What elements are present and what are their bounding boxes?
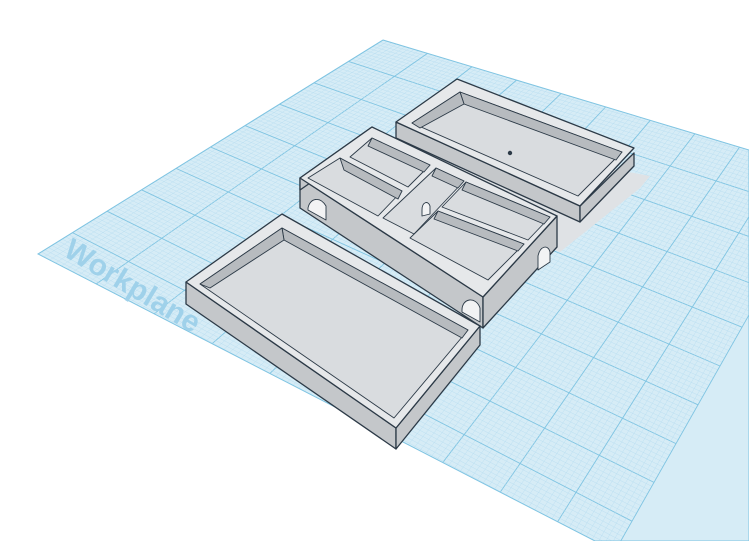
3d-viewport[interactable]: Workplane <box>0 0 749 541</box>
finger-hole-inner <box>421 202 431 217</box>
workplane-scene[interactable]: Workplane <box>0 0 749 541</box>
base-tray-hole <box>507 150 513 156</box>
